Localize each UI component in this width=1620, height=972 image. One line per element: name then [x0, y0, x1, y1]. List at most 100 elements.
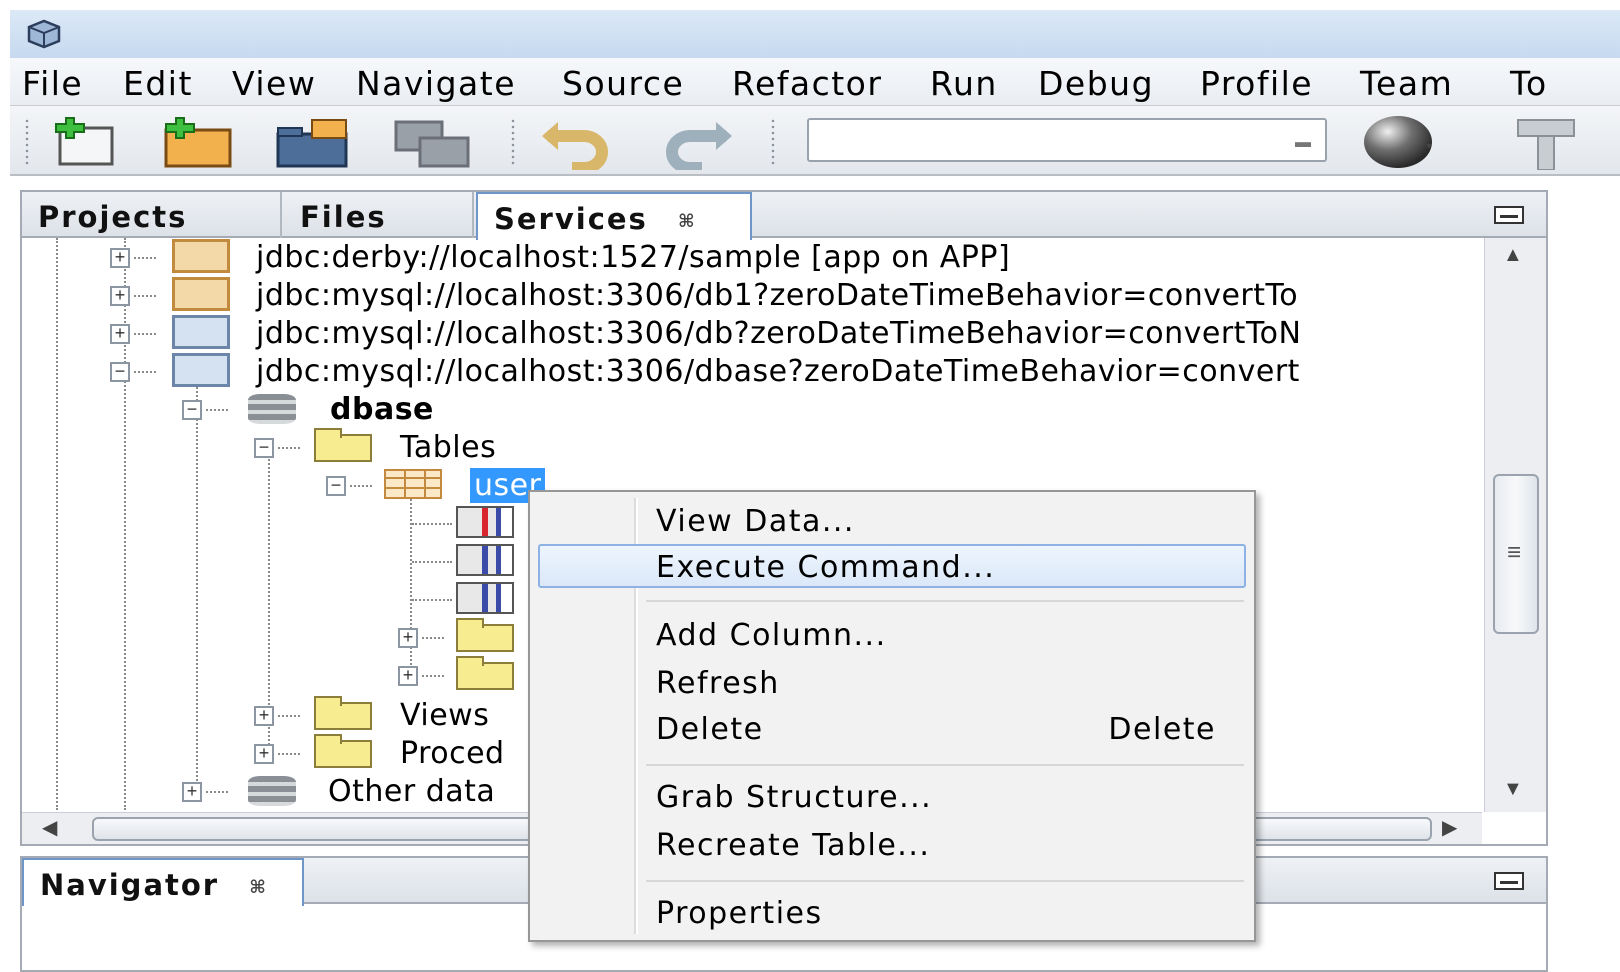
database-connection-icon: [172, 315, 230, 349]
save-all-icon[interactable]: [392, 116, 472, 170]
minimize-window-icon[interactable]: [1494, 872, 1524, 890]
tree-row-indexes[interactable]: +: [398, 618, 538, 656]
schema-database-icon: [248, 394, 296, 424]
tab-services-label: Services: [494, 202, 648, 236]
expand-icon[interactable]: +: [110, 286, 130, 306]
menu-refactor[interactable]: Refactor: [732, 64, 882, 103]
menu-view[interactable]: View: [232, 64, 316, 103]
globe-icon[interactable]: [1362, 114, 1442, 170]
menu-source[interactable]: Source: [562, 64, 684, 103]
menu-item-label: Add Column...: [656, 618, 887, 653]
menu-tools[interactable]: To: [1510, 64, 1548, 103]
menu-navigate[interactable]: Navigate: [356, 64, 516, 103]
tree-guide-line: [278, 447, 300, 449]
vertical-scroll-thumb[interactable]: ≡: [1493, 474, 1539, 634]
other-databases-label: Other data: [328, 774, 496, 809]
tree-row-procedures[interactable]: + Proced: [254, 734, 554, 772]
redo-icon[interactable]: [654, 116, 734, 170]
scroll-down-arrow-icon[interactable]: ▼: [1503, 778, 1523, 801]
scroll-left-arrow-icon[interactable]: ◀: [42, 815, 57, 840]
menu-run[interactable]: Run: [930, 64, 998, 103]
tree-guide-line: [422, 675, 444, 677]
connection-label: jdbc:derby://localhost:1527/sample [app …: [256, 240, 1011, 275]
database-connection-icon: [172, 239, 230, 273]
menu-item-shortcut: Delete: [1108, 712, 1216, 747]
menu-item-delete[interactable]: Delete Delete: [538, 708, 1246, 752]
tree-row-column[interactable]: [410, 580, 530, 618]
open-project-icon[interactable]: [272, 116, 352, 170]
schema-label: dbase: [330, 392, 434, 427]
collapse-icon[interactable]: −: [182, 400, 202, 420]
tree-row-other-databases[interactable]: + Other data: [182, 772, 542, 810]
tab-projects[interactable]: Projects: [22, 192, 282, 238]
tab-close-icon[interactable]: ⌘: [678, 211, 697, 232]
tree-row-connection[interactable]: + jdbc:derby://localhost:1527/sample [ap…: [110, 238, 1482, 276]
tree-row-connection[interactable]: + jdbc:mysql://localhost:3306/db?zeroDat…: [110, 314, 1482, 352]
menu-file[interactable]: File: [22, 64, 83, 103]
menu-item-grab-structure[interactable]: Grab Structure...: [538, 776, 1246, 820]
collapse-icon[interactable]: −: [326, 476, 346, 496]
configuration-combo[interactable]: ▬: [807, 118, 1327, 162]
folder-icon: [314, 734, 372, 768]
menu-item-label: Properties: [656, 896, 823, 931]
collapse-icon[interactable]: −: [110, 362, 130, 382]
scroll-up-arrow-icon[interactable]: ▲: [1503, 244, 1523, 267]
undo-icon[interactable]: [540, 116, 620, 170]
minimize-window-icon[interactable]: [1494, 206, 1524, 224]
vertical-scrollbar[interactable]: ▲ ≡ ▼: [1484, 238, 1546, 812]
toolbar-grip[interactable]: [24, 118, 30, 166]
tree-guide-line: [196, 380, 198, 792]
new-file-icon[interactable]: [46, 116, 126, 170]
new-project-icon[interactable]: [156, 116, 236, 170]
tree-row-connection[interactable]: − jdbc:mysql://localhost:3306/dbase?zero…: [110, 352, 1482, 390]
menu-team[interactable]: Team: [1360, 64, 1453, 103]
toolbar-grip[interactable]: [510, 118, 516, 166]
toolbar-grip[interactable]: [770, 118, 776, 166]
table-icon: [384, 469, 442, 499]
menu-item-refresh[interactable]: Refresh: [538, 662, 1246, 706]
tab-files[interactable]: Files: [284, 192, 474, 238]
menu-separator: [646, 600, 1244, 602]
folder-icon: [456, 618, 514, 652]
menu-edit[interactable]: Edit: [123, 64, 193, 103]
expand-icon[interactable]: +: [254, 706, 274, 726]
tree-row-foreign-keys[interactable]: +: [398, 656, 538, 694]
database-icon: [248, 776, 296, 806]
tree-row-column[interactable]: [410, 504, 530, 542]
menu-item-view-data[interactable]: View Data...: [538, 500, 1246, 544]
tree-row-views[interactable]: + Views: [254, 696, 554, 734]
tree-row-column[interactable]: [410, 542, 530, 580]
expand-icon[interactable]: +: [398, 628, 418, 648]
connection-label: jdbc:mysql://localhost:3306/dbase?zeroDa…: [256, 354, 1300, 389]
tree-row-schema[interactable]: − dbase: [182, 390, 1482, 428]
menu-bar: File Edit View Navigate Source Refactor …: [10, 58, 1620, 106]
menu-item-recreate-table[interactable]: Recreate Table...: [538, 824, 1246, 868]
tab-navigator[interactable]: Navigator ⌘: [22, 858, 304, 906]
menu-debug[interactable]: Debug: [1038, 64, 1154, 103]
menu-item-add-column[interactable]: Add Column...: [538, 614, 1246, 658]
tree-row-tables[interactable]: − Tables: [254, 428, 1482, 466]
menu-profile[interactable]: Profile: [1200, 64, 1313, 103]
expand-icon[interactable]: +: [110, 324, 130, 344]
tab-services[interactable]: Services ⌘: [476, 192, 752, 240]
procedures-label: Proced: [400, 736, 505, 771]
expand-icon[interactable]: +: [254, 744, 274, 764]
collapse-icon[interactable]: −: [254, 438, 274, 458]
menu-item-label: Execute Command...: [656, 550, 996, 585]
menu-item-properties[interactable]: Properties: [538, 892, 1246, 936]
expand-icon[interactable]: +: [182, 782, 202, 802]
expand-icon[interactable]: +: [398, 666, 418, 686]
connection-label: jdbc:mysql://localhost:3306/db1?zeroDate…: [256, 278, 1299, 313]
menu-separator: [646, 880, 1244, 882]
tree-row-connection[interactable]: + jdbc:mysql://localhost:3306/db1?zeroDa…: [110, 276, 1482, 314]
chevron-down-icon[interactable]: ▬: [1295, 134, 1311, 152]
hammer-icon[interactable]: [1514, 114, 1620, 170]
menu-separator: [646, 764, 1244, 766]
expand-icon[interactable]: +: [110, 248, 130, 268]
menu-item-execute-command[interactable]: Execute Command...: [538, 544, 1246, 588]
panel-tab-strip: Projects Files Services ⌘: [22, 192, 1546, 240]
grip-lines-icon: ≡: [1507, 539, 1522, 566]
scroll-right-arrow-icon[interactable]: ▶: [1442, 815, 1457, 840]
tab-close-icon[interactable]: ⌘: [249, 877, 268, 898]
menu-item-label: View Data...: [656, 504, 855, 539]
